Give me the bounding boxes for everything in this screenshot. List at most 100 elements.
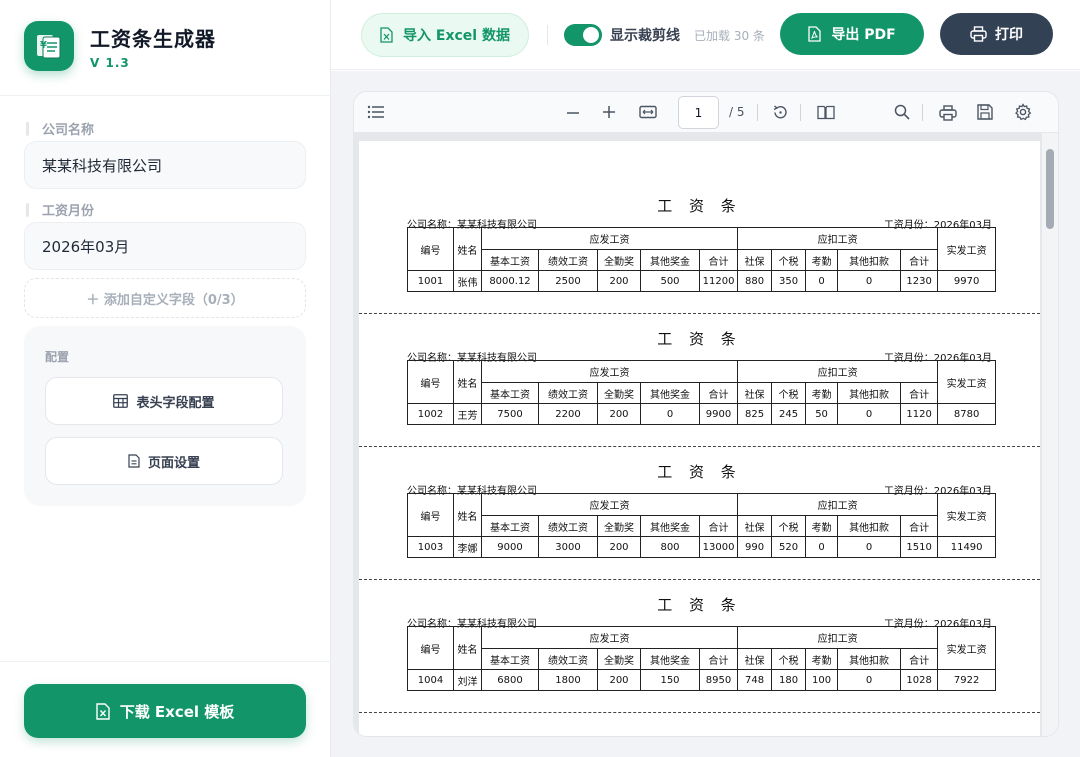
sidebar: ¥ 工资条生成器 V 1.3 公司名称 某某科技有限公司 工资月份 2026年0…: [0, 0, 331, 757]
header-income-group: 应发工资: [480, 227, 739, 250]
save-icon[interactable]: [977, 104, 993, 120]
header-net: 实发工资: [937, 227, 997, 271]
header-id: 编号: [407, 227, 454, 271]
divider: [0, 661, 331, 662]
header-income-total: 合计: [698, 648, 739, 670]
pdf-file-icon: [808, 26, 821, 42]
print-button[interactable]: 打印: [940, 13, 1053, 55]
add-custom-field-button[interactable]: ＋ 添加自定义字段（0/3）: [24, 278, 306, 318]
cell-tax: 180: [771, 669, 807, 691]
payslip-title: 工 资 条: [657, 463, 742, 481]
divider: [757, 104, 758, 121]
loaded-count: 已加载 30 条: [694, 29, 765, 43]
header-deduction-group: 应扣工资: [737, 493, 939, 516]
company-label: 公司名称: [26, 119, 94, 138]
header-id: 编号: [407, 626, 454, 670]
header-name: 姓名: [453, 227, 482, 271]
header-base: 基本工资: [481, 648, 539, 670]
header-net: 实发工资: [937, 626, 997, 670]
download-template-button[interactable]: 下载 Excel 模板: [24, 684, 306, 738]
header-performance: 绩效工资: [538, 648, 598, 670]
payslip: 工 资 条公司名称：某某科技有限公司 工资月份：2026年03月 编号 姓名 应发工资应…: [359, 266, 1040, 425]
app-title: 工资条生成器: [90, 26, 216, 51]
main-area: 1 / 5 工 资 条公司名称：某某科技有限公司 工资月份：2026年03月 编号姓…: [331, 71, 1080, 757]
download-template-label: 下载 Excel 模板: [119, 702, 235, 721]
payslip: 工 资 条公司名称：某某科技有限公司 工资月份：2026年03月 编号 姓名 应发工资应…: [359, 399, 1040, 558]
header-deduction-group: 应扣工资: [737, 360, 939, 383]
header-tax: 个税: [771, 648, 807, 670]
brand: ¥ 工资条生成器 V 1.3: [24, 20, 216, 72]
payslip-title: 工 资 条: [657, 330, 742, 348]
header-deduction-group: 应扣工资: [737, 227, 939, 250]
header-other-deduction: 其他扣款: [837, 648, 902, 670]
scrollbar[interactable]: [1042, 133, 1058, 736]
header-id: 编号: [407, 493, 454, 537]
document-icon: [128, 454, 140, 468]
cell-social: 748: [737, 669, 773, 691]
header-net: 实发工资: [937, 360, 997, 404]
import-excel-button[interactable]: 导入 Excel 数据: [361, 13, 529, 57]
rotate-icon[interactable]: [772, 104, 789, 121]
excel-file-icon: [380, 27, 393, 43]
divider: [0, 95, 331, 96]
gear-icon[interactable]: [1014, 103, 1032, 121]
month-label: 工资月份: [26, 200, 94, 219]
page-total: / 5: [729, 105, 745, 119]
cut-line-toggle[interactable]: [564, 24, 602, 46]
header-name: 姓名: [453, 493, 482, 537]
cell-other-deduction: 0: [837, 669, 902, 691]
payslip-title: 工 资 条: [657, 197, 742, 215]
header-deduction-group: 应扣工资: [737, 626, 939, 649]
cell-net: 7922: [937, 669, 997, 691]
pdf-page: 工 资 条公司名称：某某科技有限公司 工资月份：2026年03月 编号 姓名 应发工资应…: [359, 141, 1040, 736]
header-attendance-bonus: 全勤奖: [597, 648, 641, 670]
export-pdf-button[interactable]: 导出 PDF: [780, 13, 924, 55]
pdf-toolbar: 1 / 5: [354, 92, 1058, 133]
divider: [922, 104, 923, 121]
outline-list-icon[interactable]: [367, 105, 385, 119]
cell-absence: 100: [805, 669, 839, 691]
scrollbar-thumb[interactable]: [1046, 149, 1054, 229]
payslip: 工 资 条公司名称：某某科技有限公司 工资月份：2026年03月 编号 姓名 应发工资应…: [359, 141, 1040, 292]
header-net: 实发工资: [937, 493, 997, 537]
cut-line-label: 显示裁剪线: [610, 28, 680, 44]
header-income-group: 应发工资: [480, 360, 739, 383]
svg-text:¥: ¥: [40, 40, 47, 51]
header-id: 编号: [407, 360, 454, 404]
header-name: 姓名: [453, 360, 482, 404]
header-config-button[interactable]: 表头字段配置: [45, 377, 283, 425]
payslip-title: 工 资 条: [657, 596, 742, 614]
month-input[interactable]: 2026年03月: [24, 222, 306, 270]
top-toolbar: 导入 Excel 数据 显示裁剪线 已加载 30 条 导出 PDF 打印: [331, 0, 1080, 70]
header-absence: 考勤: [805, 648, 839, 670]
zoom-in-icon[interactable]: [602, 105, 616, 119]
page-view-icon[interactable]: [817, 105, 835, 120]
cell-id: 1004: [407, 669, 454, 691]
page-number-input[interactable]: 1: [678, 96, 719, 129]
cell-income-total: 8950: [698, 669, 739, 691]
import-excel-label: 导入 Excel 数据: [403, 28, 510, 44]
app-logo-icon: ¥: [24, 21, 74, 71]
pdf-viewer: 1 / 5 工 资 条公司名称：某某科技有限公司 工资月份：2026年03月 编号姓…: [353, 91, 1059, 737]
app-version: V 1.3: [90, 55, 130, 70]
config-title: 配置: [45, 350, 70, 364]
cell-attendance-bonus: 200: [597, 669, 641, 691]
fit-width-icon[interactable]: [639, 105, 657, 119]
header-name: 姓名: [453, 626, 482, 670]
payslip-table: 编号 姓名 应发工资 应扣工资 实发工资 基本工资 绩效工资 全勤奖 其他奖金 合计 社保 个税 考勤其…: [407, 626, 997, 691]
cut-line: [359, 712, 1040, 713]
printer-icon[interactable]: [939, 105, 957, 121]
page-settings-button[interactable]: 页面设置: [45, 437, 283, 485]
page-settings-label: 页面设置: [147, 455, 200, 471]
company-name-input[interactable]: 某某科技有限公司: [24, 141, 306, 189]
search-icon[interactable]: [894, 104, 910, 120]
header-deduction-total: 合计: [900, 648, 939, 670]
header-other-bonus: 其他奖金: [640, 648, 700, 670]
header-config-label: 表头字段配置: [136, 395, 215, 411]
zoom-out-icon[interactable]: [566, 106, 580, 120]
cell-performance: 1800: [538, 669, 598, 691]
cell-base: 6800: [481, 669, 539, 691]
config-panel: 配置 表头字段配置 页面设置: [24, 326, 306, 506]
header-income-group: 应发工资: [480, 626, 739, 649]
cell-other-bonus: 150: [640, 669, 700, 691]
